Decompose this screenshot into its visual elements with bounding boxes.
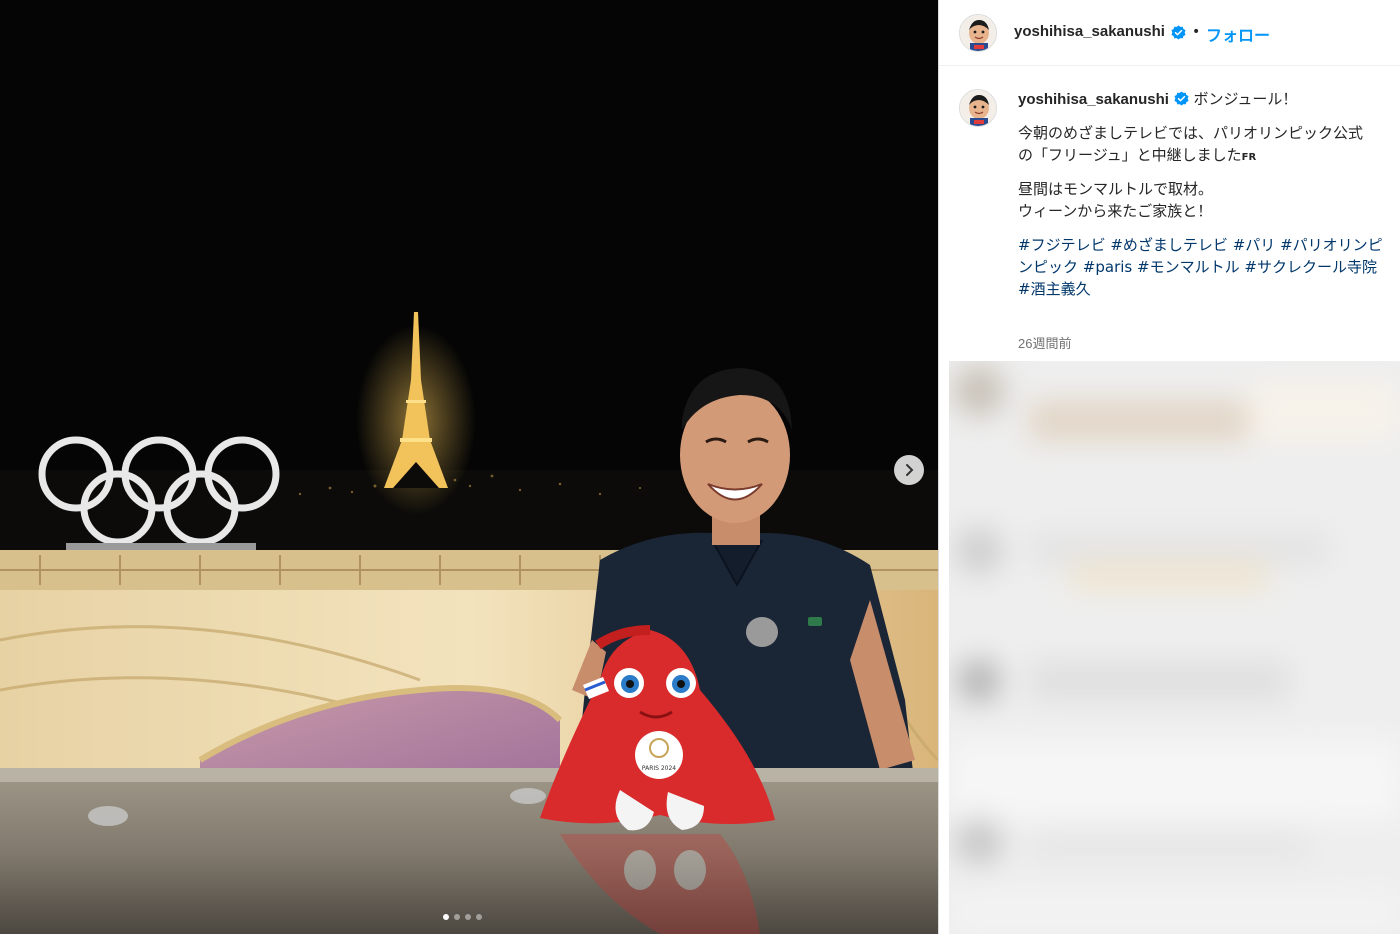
caption-avatar[interactable] [959,89,997,127]
hashtag-line: ンピック #paris #モンマルトル #サクレクール寺院 [1018,256,1400,278]
header-username[interactable]: yoshihisa_sakanushi [1014,23,1165,40]
desk [0,780,938,934]
caption-line: 今朝のめざましテレビでは、パリオリンピック公式 [1018,124,1364,142]
verified-badge-icon [1171,25,1186,40]
photo-scene: PARIS 2024 [0,0,938,934]
post-caption: yoshihisa_sakanushi ボンジュール！ 今朝のめざましテレビでは… [1018,88,1400,300]
caption-username[interactable]: yoshihisa_sakanushi [1018,91,1169,108]
hashtag-link[interactable]: #めざましテレビ [1110,236,1228,254]
hashtag-link[interactable]: #paris [1083,258,1132,276]
hashtag-link[interactable]: #パリ [1233,236,1276,254]
caption-line: の「フリージュ」と中継しました [1018,146,1242,164]
carousel-dot [443,914,449,920]
caption-line: ウィーンから来たご家族と！ [1018,202,1213,220]
follow-button[interactable]: フォロー [1206,22,1270,46]
mascot-badge-text: PARIS 2024 [642,765,676,772]
hashtag-link[interactable]: ンピック [1018,258,1078,276]
blurred-comments-graphic [949,361,1400,934]
hashtag-link[interactable]: #パリオリンピ [1280,236,1383,254]
hashtag-link[interactable]: #フジテレビ [1018,236,1106,254]
flag-fr-icon: FR [1241,152,1257,163]
avatar[interactable] [959,14,997,52]
post-photo[interactable]: PARIS 2024 [0,0,938,934]
hashtag-link[interactable]: #サクレクール寺院 [1244,258,1377,276]
profile-picture-icon [960,90,996,126]
hashtag-line: #フジテレビ #めざましテレビ #パリ #パリオリンピ [1018,234,1400,256]
post-side-panel: yoshihisa_sakanushi • フォロー yoshihisa_sak… [938,0,1400,934]
hashtag-link[interactable]: #酒主義久 [1018,280,1091,298]
hashtag-link[interactable]: #モンマルトル [1137,258,1240,276]
blurred-comments [949,361,1400,934]
profile-picture-icon [960,15,996,51]
carousel-dot [465,914,471,920]
chevron-right-icon [906,464,914,476]
post-timestamp[interactable]: 26週間前 [1018,333,1071,352]
post-header: yoshihisa_sakanushi • フォロー [939,0,1400,66]
carousel-dot [476,914,482,920]
header-separator: • [1192,24,1201,40]
hashtag-line: #酒主義久 [1018,278,1400,300]
next-slide-button[interactable] [894,455,924,485]
verified-badge-icon [1174,91,1189,106]
caption-greeting: ボンジュール！ [1193,90,1298,108]
carousel-indicator [443,914,482,920]
caption-line: 昼間はモンマルトルで取材。 [1018,180,1214,198]
carousel-dot [454,914,460,920]
